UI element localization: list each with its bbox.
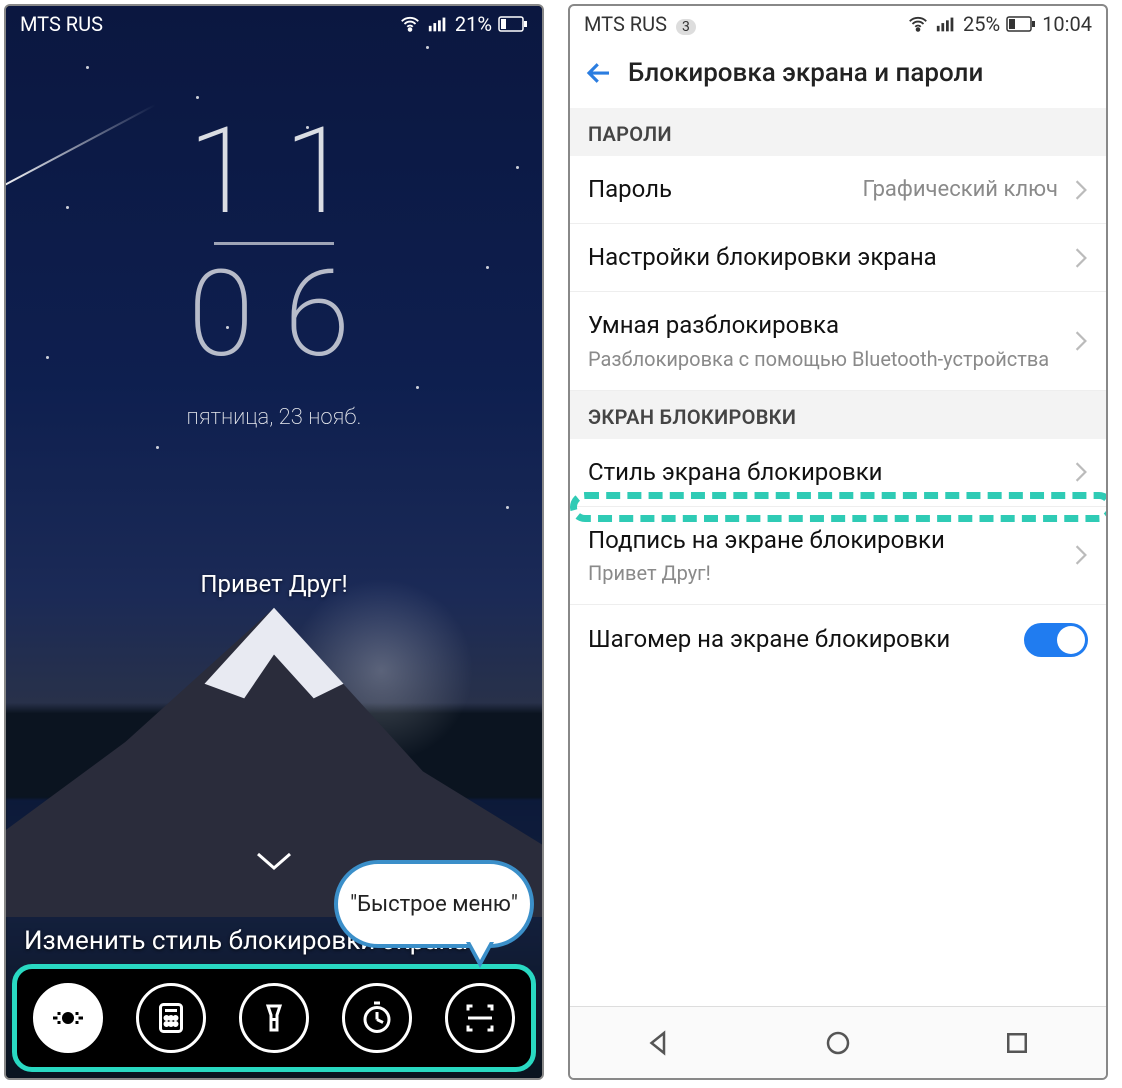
- row-password[interactable]: Пароль Графический ключ: [570, 156, 1106, 224]
- row-signature[interactable]: Подпись на экране блокировки Привет Друг…: [570, 507, 1106, 605]
- signal-icon: [427, 13, 449, 35]
- row-label: Настройки блокировки экрана: [588, 242, 1058, 273]
- carrier-text: MTS RUS: [584, 12, 667, 36]
- chevron-right-icon: [1074, 247, 1088, 269]
- navigation-bar: [570, 1006, 1106, 1078]
- appbar: Блокировка экрана и пароли: [570, 42, 1106, 108]
- toggle-pedometer[interactable]: [1024, 623, 1088, 657]
- quickmenu-toolbar: [12, 964, 536, 1072]
- battery-icon: [498, 16, 528, 32]
- clock-date: пятница, 23 нояб.: [6, 405, 542, 430]
- annotation-callout-text: "Быстрое меню": [350, 892, 518, 917]
- quickmenu-scanner-button[interactable]: [445, 983, 515, 1053]
- row-pedometer[interactable]: Шагомер на экране блокировки: [570, 605, 1106, 675]
- chevron-right-icon: [1074, 544, 1088, 566]
- signal-icon: [935, 13, 957, 35]
- section-header-lockscreen: ЭКРАН БЛОКИРОВКИ: [570, 391, 1106, 439]
- chevron-right-icon: [1074, 330, 1088, 352]
- row-label: Пароль: [588, 174, 853, 205]
- carrier-label: MTS RUS 3: [584, 12, 696, 36]
- phone-settings: MTS RUS 3 25% 10:04 Блокировка экрана и …: [568, 4, 1108, 1080]
- row-label: Подпись на экране блокировки: [588, 525, 1058, 556]
- row-value: Графический ключ: [863, 177, 1058, 202]
- nav-back-button[interactable]: [644, 1028, 674, 1058]
- row-smart-unlock[interactable]: Умная разблокировка Разблокировка с помо…: [570, 292, 1106, 390]
- phone-lockscreen: MTS RUS 21% 11 06 пятница, 23 нояб. Прив…: [4, 4, 544, 1080]
- row-label: Шагомер на экране блокировки: [588, 624, 1014, 655]
- clock-minutes: 06: [6, 255, 542, 375]
- chevron-right-icon: [1074, 179, 1088, 201]
- lockscreen-signature: Привет Друг!: [6, 570, 542, 598]
- row-lock-style[interactable]: Стиль экрана блокировки: [570, 439, 1106, 507]
- row-label: Стиль экрана блокировки: [588, 457, 1058, 488]
- status-time: 10:04: [1042, 12, 1092, 36]
- statusbar: MTS RUS 3 25% 10:04: [570, 6, 1106, 42]
- notification-count-badge: 3: [676, 19, 696, 35]
- carrier-label: MTS RUS: [20, 12, 103, 36]
- quickmenu-recorder-button[interactable]: [33, 983, 103, 1053]
- quickmenu-timer-button[interactable]: [342, 983, 412, 1053]
- back-button[interactable]: [584, 58, 614, 88]
- lockscreen-clock: 11 06 пятница, 23 нояб.: [6, 112, 542, 430]
- annotation-callout: "Быстрое меню": [334, 860, 534, 948]
- swipe-up-chevron-icon[interactable]: [254, 850, 294, 878]
- row-sublabel: Разблокировка с помощью Bluetooth-устрой…: [588, 346, 1058, 372]
- quickmenu-calculator-button[interactable]: [136, 983, 206, 1053]
- battery-pct: 21%: [455, 12, 492, 36]
- quickmenu-flashlight-button[interactable]: [239, 983, 309, 1053]
- wifi-icon: [399, 13, 421, 35]
- row-lock-settings[interactable]: Настройки блокировки экрана: [570, 224, 1106, 292]
- page-title: Блокировка экрана и пароли: [628, 58, 983, 88]
- wifi-icon: [907, 13, 929, 35]
- nav-home-button[interactable]: [823, 1028, 853, 1058]
- row-label: Умная разблокировка: [588, 310, 1058, 341]
- chevron-right-icon: [1074, 461, 1088, 483]
- section-header-passwords: ПАРОЛИ: [570, 108, 1106, 156]
- statusbar: MTS RUS 21%: [6, 6, 542, 42]
- battery-pct: 25%: [963, 12, 1000, 36]
- clock-hours: 11: [6, 112, 542, 232]
- battery-icon: [1006, 16, 1036, 32]
- nav-recent-button[interactable]: [1002, 1028, 1032, 1058]
- row-sublabel: Привет Друг!: [588, 560, 1058, 586]
